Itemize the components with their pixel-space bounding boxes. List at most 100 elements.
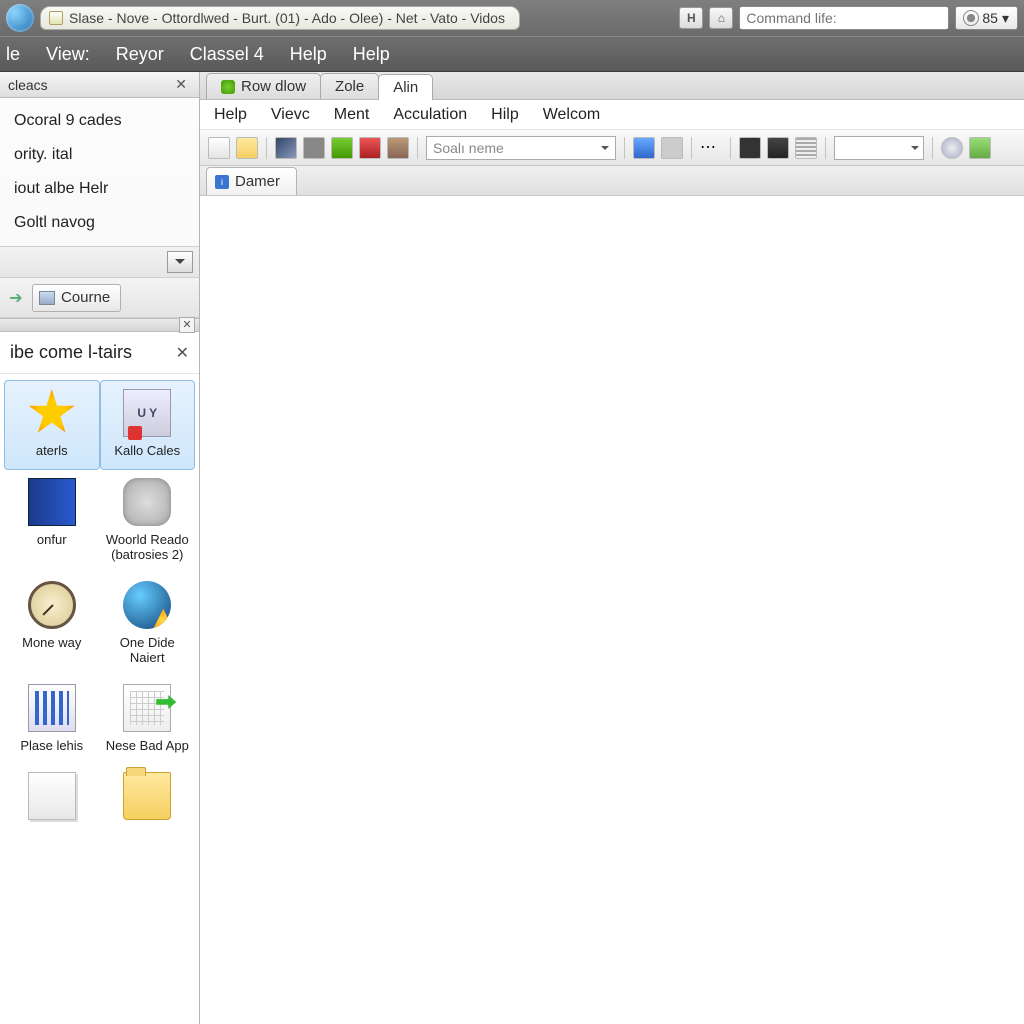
dropdown-button[interactable] [167, 251, 193, 273]
content-tab[interactable]: i Damer [206, 167, 297, 195]
archive-icon[interactable] [387, 137, 409, 159]
menu-item[interactable]: Reyor [116, 44, 164, 65]
clock-icon [28, 581, 76, 629]
tile-item[interactable] [100, 764, 196, 836]
menu-item[interactable]: Help [214, 106, 247, 124]
content-canvas [200, 196, 1024, 1024]
book-icon[interactable] [767, 137, 789, 159]
star-icon [28, 389, 76, 437]
separator [730, 137, 731, 159]
history-button[interactable]: H [679, 7, 703, 29]
nav-item[interactable]: Ocoral 9 cades [0, 104, 199, 138]
close-icon[interactable]: ✕ [176, 343, 189, 363]
close-icon[interactable]: ✕ [179, 317, 195, 333]
menu-item[interactable]: Help [353, 44, 390, 65]
tag-icon[interactable] [633, 137, 655, 159]
home-icon[interactable] [303, 137, 325, 159]
image-icon[interactable] [969, 137, 991, 159]
grid-icon[interactable] [795, 137, 817, 159]
menu-item[interactable]: View: [46, 44, 90, 65]
separator [624, 137, 625, 159]
nav-item[interactable]: Goltl navog [0, 206, 199, 240]
document-tab[interactable]: Zole [320, 73, 379, 99]
app-orb-icon[interactable] [6, 4, 34, 32]
combo-row [0, 246, 199, 278]
menu-item[interactable]: Ment [334, 106, 370, 124]
tile-item[interactable]: Kallo Cales [100, 380, 196, 470]
inner-menu-bar: Help Vievc Ment Acculation Hilp Welcom [200, 100, 1024, 130]
tile-item[interactable]: Mone way [4, 573, 100, 676]
tile-item[interactable]: Woorld Reado (batrosies 2) [100, 470, 196, 573]
main-area: Row dlow Zole Alin Help Vievc Ment Accul… [200, 72, 1024, 1024]
forward-icon[interactable] [661, 137, 683, 159]
keyboard-icon [123, 389, 171, 437]
tile-item[interactable]: onfur [4, 470, 100, 573]
compass-icon[interactable] [941, 137, 963, 159]
panel-separator: ✕ [0, 318, 199, 332]
nav-item[interactable]: ority. ital [0, 138, 199, 172]
open-icon[interactable] [236, 137, 258, 159]
window-title: Slase - Nove - Ottordlwed - Burt. (01) -… [69, 10, 505, 26]
edit-icon[interactable] [275, 137, 297, 159]
delete-icon[interactable] [359, 137, 381, 159]
separator [266, 137, 267, 159]
menu-item[interactable]: Hilp [491, 106, 519, 124]
document-tab[interactable]: Alin [378, 74, 433, 100]
panel-header: ibe come l-tairs ✕ [0, 332, 199, 374]
new-icon[interactable] [208, 137, 230, 159]
mechanism-icon [123, 478, 171, 526]
document-tab[interactable]: Row dlow [206, 73, 321, 99]
zoom-value: 85 [982, 10, 998, 26]
courne-button[interactable]: Courne [32, 284, 121, 312]
separator [417, 137, 418, 159]
panel-icon [28, 478, 76, 526]
document-tab-bar: Row dlow Zole Alin [200, 72, 1024, 100]
menu-item[interactable]: Help [290, 44, 327, 65]
chart-icon [28, 684, 76, 732]
tile-item[interactable]: Nese Bad App [100, 676, 196, 764]
panel-title: ibe come l-tairs [10, 342, 132, 363]
content-tab-bar: i Damer [200, 166, 1024, 196]
tile-item[interactable]: aterls [4, 380, 100, 470]
zoom-indicator[interactable]: 85 ▾ [955, 6, 1018, 30]
separator [932, 137, 933, 159]
more-icon[interactable]: ⋯ [700, 137, 722, 159]
toolbar: Soalı neme ⋯ [200, 130, 1024, 166]
tile-grid: aterls Kallo Cales onfur Woorld Reado (b… [0, 374, 199, 1024]
home-button[interactable]: ⌂ [709, 7, 733, 29]
nav-item[interactable]: iout albe Helr [0, 172, 199, 206]
tab-icon [221, 80, 235, 94]
refresh-icon[interactable] [331, 137, 353, 159]
menu-item[interactable]: Welcom [543, 106, 601, 124]
menu-item[interactable]: Vievc [271, 106, 310, 124]
flag-icon[interactable] [739, 137, 761, 159]
gear-icon [964, 11, 978, 25]
button-row: ➔ Courne [0, 278, 199, 318]
empty-combo[interactable] [834, 136, 924, 160]
close-icon[interactable]: ✕ [171, 76, 191, 93]
forward-icon[interactable]: ➔ [6, 288, 26, 308]
menu-item[interactable]: le [6, 44, 20, 65]
document-icon [28, 772, 76, 820]
menu-item[interactable]: Acculation [393, 106, 467, 124]
tile-item[interactable]: One Dide Naiert [100, 573, 196, 676]
window-title-chip: Slase - Nove - Ottordlwed - Burt. (01) -… [40, 6, 520, 30]
separator [825, 137, 826, 159]
globe-icon [123, 581, 171, 629]
title-bar: Slase - Nove - Ottordlwed - Burt. (01) -… [0, 0, 1024, 36]
tile-item[interactable] [4, 764, 100, 836]
separator [691, 137, 692, 159]
calendar-icon [123, 684, 171, 732]
search-placeholder: Soalı neme [433, 140, 504, 156]
nav-list: Ocoral 9 cades ority. ital iout albe Hel… [0, 98, 199, 246]
module-icon [39, 291, 55, 305]
document-icon [49, 11, 63, 25]
search-combo[interactable]: Soalı neme [426, 136, 616, 160]
button-label: Courne [61, 289, 110, 306]
left-sidebar: cleacs ✕ Ocoral 9 cades ority. ital iout… [0, 72, 200, 1024]
panel-title: cleacs [8, 77, 48, 93]
chevron-down-icon [601, 146, 609, 154]
tile-item[interactable]: Plase lehis [4, 676, 100, 764]
command-input[interactable] [739, 6, 949, 30]
menu-item[interactable]: Classel 4 [190, 44, 264, 65]
